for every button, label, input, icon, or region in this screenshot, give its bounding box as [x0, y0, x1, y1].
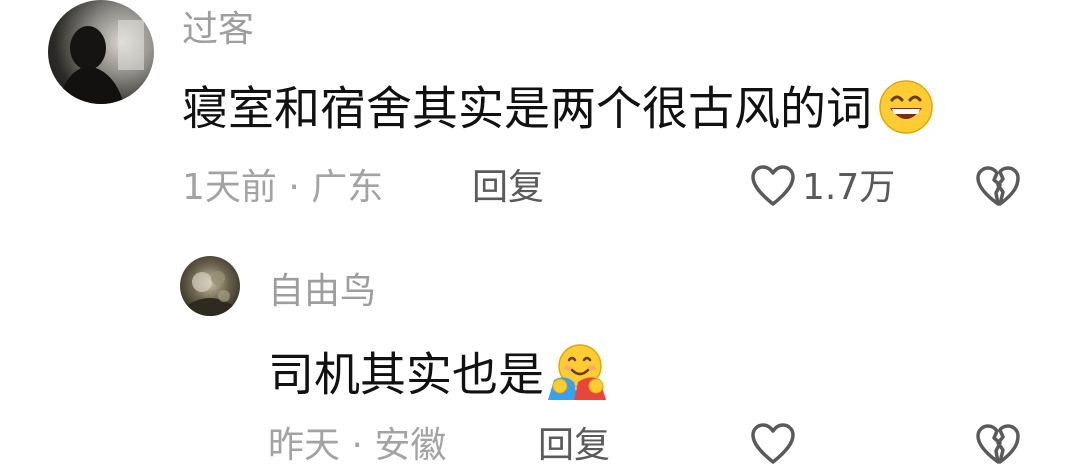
like-count: 1.7万 — [802, 167, 896, 208]
dislike-button[interactable] — [975, 424, 1021, 470]
meta-separator: · — [351, 425, 363, 466]
comment-text: 寝室和宿舍其实是两个很古风的词 — [182, 78, 938, 146]
comment-username[interactable]: 过客 — [182, 10, 254, 50]
heart-icon — [750, 164, 796, 212]
broken-heart-icon — [975, 166, 1021, 212]
comment-text-body: 寝室和宿舍其实是两个很古风的词 — [182, 81, 872, 136]
comment-meta: 昨天 · 安徽 — [268, 426, 446, 466]
reply-button[interactable]: 回复 — [538, 426, 610, 466]
heart-icon — [750, 422, 796, 470]
like-button[interactable] — [750, 422, 802, 470]
grinning-face-with-smiling-eyes-icon — [872, 78, 938, 146]
hugging-face-icon — [544, 342, 610, 414]
comment-text: 司机其实也是 — [268, 342, 610, 414]
comment-username[interactable]: 自由鸟 — [268, 272, 376, 312]
comment-text-body: 司机其实也是 — [268, 347, 544, 402]
comment-location: 广东 — [311, 167, 384, 208]
avatar[interactable] — [180, 256, 240, 316]
comment-time: 昨天 — [268, 425, 341, 466]
like-button[interactable]: 1.7万 — [750, 164, 895, 212]
reply-button[interactable]: 回复 — [472, 168, 544, 208]
comment-meta: 1天前 · 广东 — [182, 168, 383, 208]
dislike-button[interactable] — [975, 166, 1021, 212]
avatar[interactable] — [48, 0, 154, 104]
comment-location: 安徽 — [374, 425, 447, 466]
meta-separator: · — [288, 167, 300, 208]
comment-time: 1天前 — [182, 167, 277, 208]
